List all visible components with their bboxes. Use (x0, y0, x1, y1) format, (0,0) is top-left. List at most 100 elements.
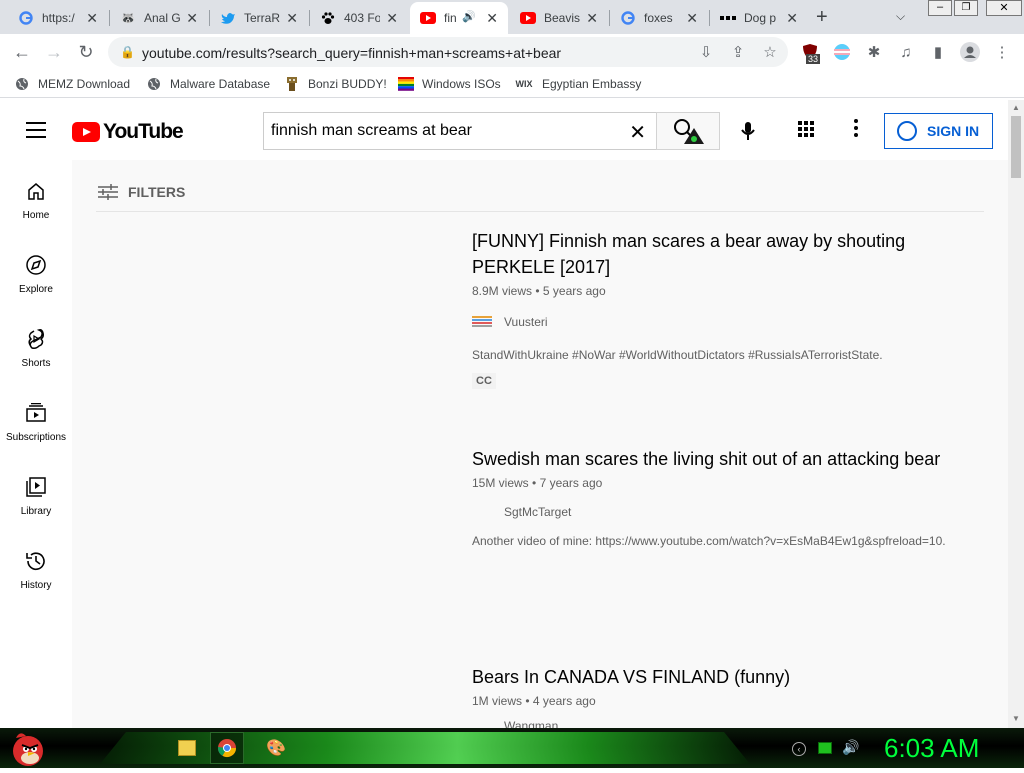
tab-foxes[interactable]: foxes ✕ (610, 2, 708, 34)
close-icon[interactable]: ✕ (286, 10, 298, 27)
tab-beavis[interactable]: Beavis ✕ (510, 2, 608, 34)
bookmark-star-icon[interactable]: ☆ (760, 42, 780, 62)
video-title[interactable]: Bears In CANADA VS FINLAND (funny) (472, 664, 972, 690)
bookmark-egyptian-embassy[interactable]: WIX Egyptian Embassy (514, 76, 642, 92)
tab-403-forbidden[interactable]: 403 Fo ✕ (310, 2, 408, 34)
close-icon[interactable]: ✕ (386, 10, 398, 27)
extension-ublock-icon[interactable]: 33 (800, 42, 821, 64)
search-button[interactable] (656, 112, 720, 150)
forward-button[interactable]: → (44, 42, 64, 62)
install-app-icon[interactable]: ⇩ (696, 42, 716, 62)
channel-link[interactable]: Wangman (472, 718, 972, 728)
sidebar-label: Library (20, 506, 52, 517)
microphone-icon (741, 122, 755, 140)
sidebar-item-home[interactable]: Home (0, 160, 72, 234)
scroll-down-arrow-icon[interactable]: ▼ (1012, 714, 1020, 723)
channel-link[interactable]: SgtMcTarget (472, 504, 972, 520)
speaker-icon[interactable]: 🔊 (462, 10, 476, 23)
hamburger-menu-icon[interactable] (26, 122, 46, 138)
browser-menu-icon[interactable]: ⋮ (992, 42, 1012, 62)
scroll-up-arrow-icon[interactable]: ▲ (1012, 103, 1020, 112)
video-result[interactable]: [FUNNY] Finnish man scares a bear away b… (472, 228, 972, 389)
window-close-button[interactable]: ✕ (986, 0, 1022, 16)
extension-flag-icon[interactable] (832, 42, 852, 62)
address-bar[interactable]: 🔒 youtube.com/results?search_query=finni… (108, 37, 788, 67)
start-button[interactable] (6, 728, 48, 768)
upload-age: 5 years ago (542, 284, 606, 298)
profile-icon[interactable] (960, 42, 980, 62)
filter-sliders-icon (98, 184, 118, 200)
apps-grid-icon[interactable] (798, 121, 818, 141)
close-icon[interactable]: ✕ (586, 10, 598, 27)
sidebar-label: Home (22, 210, 50, 221)
tab-anal-g[interactable]: 🦝 Anal G ✕ (110, 2, 208, 34)
close-icon[interactable]: ✕ (86, 10, 98, 27)
youtube-page: YouTube finnish man screams at bear ✕ SI… (0, 100, 1008, 728)
sign-in-button[interactable]: SIGN IN (884, 113, 993, 149)
view-count: 8.9M views (472, 284, 533, 298)
chrome-taskbar-button[interactable] (210, 732, 244, 764)
view-count: 1M views (472, 694, 523, 708)
tab-google-search[interactable]: https:/ ✕ (8, 2, 108, 34)
clear-search-icon[interactable]: ✕ (629, 120, 646, 145)
file-explorer-taskbar-icon[interactable] (178, 740, 196, 756)
video-result[interactable]: Swedish man scares the living shit out o… (472, 446, 972, 548)
youtube-logo[interactable]: YouTube (72, 120, 184, 144)
channel-link[interactable]: Vuusteri (472, 314, 972, 330)
tray-chevron-icon[interactable]: ‹ (792, 742, 806, 756)
restore-button[interactable]: ❐ (954, 0, 978, 16)
video-result[interactable]: Bears In CANADA VS FINLAND (funny) 1M vi… (472, 664, 972, 728)
video-title[interactable]: [FUNNY] Finnish man scares a bear away b… (472, 228, 972, 280)
search-icon (674, 119, 704, 144)
close-icon[interactable]: ✕ (486, 10, 498, 27)
sidebar-item-library[interactable]: Library (0, 456, 72, 530)
share-icon[interactable]: ⇪ (728, 42, 748, 62)
network-tray-icon[interactable] (818, 742, 832, 754)
filters-divider (96, 211, 984, 212)
side-panel-icon[interactable]: ▮ (928, 42, 948, 62)
taskbar-glow-decoration (100, 732, 750, 764)
tab-search-chevron-icon[interactable]: ⌵ (896, 9, 905, 24)
url-text: youtube.com/results?search_query=finnish… (142, 45, 562, 61)
filters-button[interactable]: FILTERS (98, 184, 185, 200)
tab-youtube-active[interactable]: fin 🔊 ✕ (410, 2, 508, 34)
tab-label: 403 Fo (344, 11, 380, 25)
channel-avatar (472, 505, 496, 519)
page-scrollbar[interactable]: ▲ ▼ (1008, 100, 1024, 728)
close-icon[interactable]: ✕ (186, 10, 198, 27)
taskbar: 🎨 ‹ 🔊 6:03 AM (0, 728, 1024, 768)
tab-twitter[interactable]: TerraR ✕ (210, 2, 308, 34)
search-input[interactable]: finnish man screams at bear ✕ (263, 112, 657, 150)
extensions-puzzle-icon[interactable]: ✱ (864, 42, 884, 62)
volume-tray-icon[interactable]: 🔊 (842, 739, 859, 756)
tab-dog[interactable]: Dog p ✕ (710, 2, 808, 34)
scrollbar-thumb[interactable] (1011, 116, 1021, 178)
new-tab-button[interactable]: + (816, 6, 828, 29)
bookmark-bonzi-buddy[interactable]: Bonzi BUDDY! (284, 76, 387, 92)
bookmark-label: Malware Database (170, 77, 271, 91)
video-meta: 8.9M views • 5 years ago (472, 284, 972, 298)
sidebar-item-explore[interactable]: Explore (0, 234, 72, 308)
bookmark-windows-isos[interactable]: Windows ISOs (398, 76, 501, 92)
bookmark-malware-database[interactable]: Malware Database (146, 76, 270, 92)
close-icon[interactable]: ✕ (686, 10, 698, 27)
minimize-button[interactable]: – (928, 0, 952, 16)
sidebar-label: Shorts (21, 358, 51, 369)
back-button[interactable]: ← (12, 42, 32, 62)
sidebar-item-subscriptions[interactable]: Subscriptions (0, 382, 72, 456)
sidebar-item-history[interactable]: History (0, 530, 72, 604)
reload-button[interactable]: ↻ (76, 42, 96, 62)
bookmark-label: Egyptian Embassy (542, 77, 642, 91)
voice-search-button[interactable] (734, 117, 762, 145)
globe-icon (146, 76, 162, 92)
video-description: StandWithUkraine #NoWar #WorldWithoutDic… (472, 348, 883, 362)
video-title[interactable]: Swedish man scares the living shit out o… (472, 446, 972, 472)
bookmark-memz[interactable]: MEMZ Download (14, 76, 130, 92)
meta-separator: • (525, 694, 530, 708)
app-taskbar-icon[interactable]: 🎨 (266, 738, 286, 758)
settings-more-icon[interactable] (850, 119, 862, 141)
close-icon[interactable]: ✕ (786, 10, 798, 27)
taskbar-clock[interactable]: 6:03 AM (884, 733, 979, 764)
media-control-icon[interactable]: ♫ (896, 42, 916, 62)
sidebar-item-shorts[interactable]: Shorts (0, 308, 72, 382)
